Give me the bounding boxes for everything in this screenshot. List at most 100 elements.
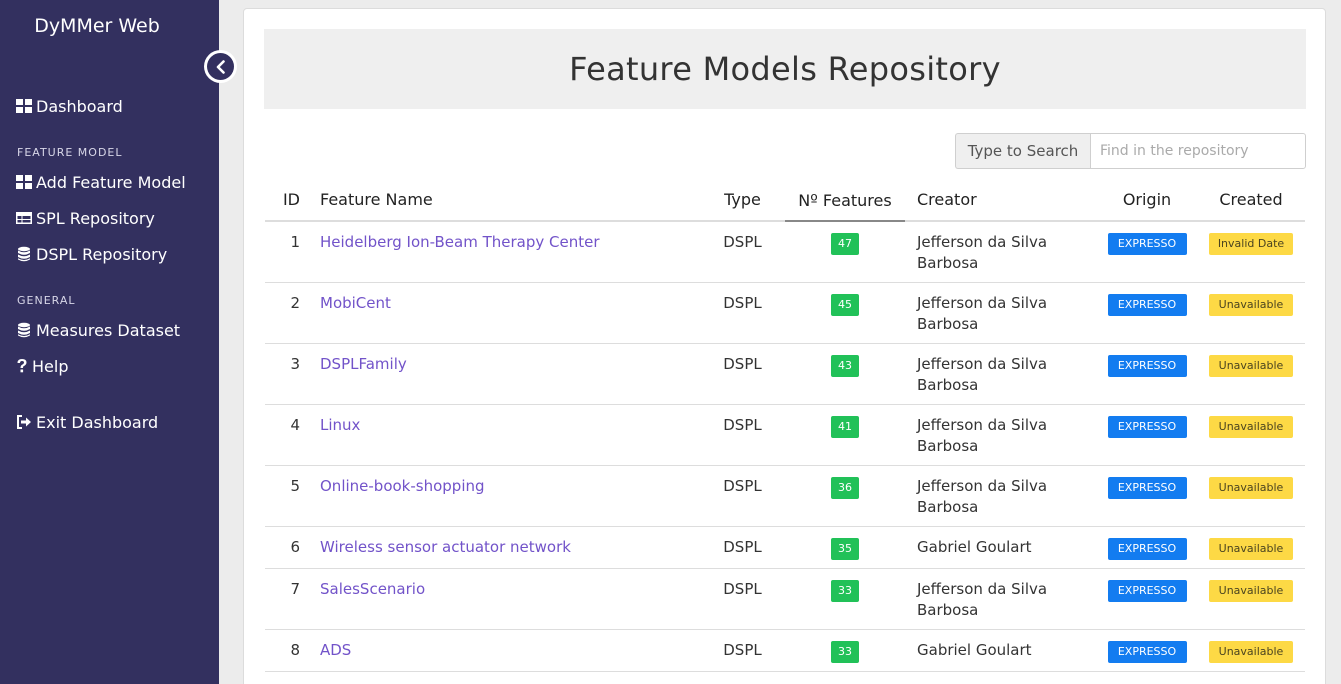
features-count-badge: 43 bbox=[831, 355, 859, 377]
sidebar-item-label: SPL Repository bbox=[36, 208, 155, 228]
table-row: 7 SalesScenario DSPL 33 Jefferson da Sil… bbox=[265, 568, 1305, 630]
table-row: 8 ADS DSPL 33 Gabriel Goulart EXPRESSO U… bbox=[265, 629, 1305, 672]
table-row: 4 Linux DSPL 41 Jefferson da Silva Barbo… bbox=[265, 404, 1305, 466]
sidebar: DyMMer Web Dashboard FEATURE MODEL Add F… bbox=[0, 0, 219, 684]
sidebar-item-add-feature-model[interactable]: Add Feature Model bbox=[16, 171, 186, 193]
table-row: 6 Wireless sensor actuator network DSPL … bbox=[265, 526, 1305, 569]
features-count-badge: 41 bbox=[831, 416, 859, 438]
sidebar-item-label: Add Feature Model bbox=[36, 172, 186, 192]
created-badge: Unavailable bbox=[1209, 294, 1293, 316]
features-count-badge: 36 bbox=[831, 477, 859, 499]
sidebar-item-label: Measures Dataset bbox=[36, 320, 181, 340]
column-header-num-features[interactable]: Nº Features bbox=[785, 179, 905, 222]
database-icon bbox=[16, 246, 32, 262]
row-creator: Jefferson da Silva Barbosa bbox=[905, 465, 1097, 527]
sidebar-item-label: DSPL Repository bbox=[36, 244, 168, 264]
column-header-created[interactable]: Created bbox=[1197, 179, 1305, 222]
sidebar-toggle-button[interactable] bbox=[204, 50, 237, 83]
grid-icon bbox=[16, 98, 32, 114]
table-icon bbox=[16, 210, 32, 226]
row-creator: Jefferson da Silva Barbosa bbox=[905, 221, 1097, 283]
created-badge: Unavailable bbox=[1209, 477, 1293, 499]
row-type: DSPL bbox=[700, 526, 785, 569]
row-id: 2 bbox=[265, 282, 310, 344]
row-id: 5 bbox=[265, 465, 310, 527]
page-header: Feature Models Repository bbox=[264, 29, 1306, 109]
row-id: 7 bbox=[265, 568, 310, 630]
origin-badge: EXPRESSO bbox=[1107, 538, 1187, 560]
feature-name-link[interactable]: Heidelberg Ion-Beam Therapy Center bbox=[320, 233, 600, 251]
section-heading-feature-model: FEATURE MODEL bbox=[17, 146, 123, 159]
question-icon bbox=[16, 358, 28, 374]
origin-badge: EXPRESSO bbox=[1107, 641, 1187, 663]
feature-name-link[interactable]: Online-book-shopping bbox=[320, 477, 485, 495]
row-id: 4 bbox=[265, 404, 310, 466]
column-header-id[interactable]: ID bbox=[265, 179, 310, 222]
sidebar-item-help[interactable]: Help bbox=[16, 355, 68, 377]
row-type: DSPL bbox=[700, 404, 785, 466]
feature-name-link[interactable]: Wireless sensor actuator network bbox=[320, 538, 571, 556]
table-row: 1 Heidelberg Ion-Beam Therapy Center DSP… bbox=[265, 221, 1305, 283]
features-count-badge: 33 bbox=[831, 580, 859, 602]
repository-table: ID Feature Name Type Nº Features Creator… bbox=[265, 179, 1305, 672]
origin-badge: EXPRESSO bbox=[1107, 355, 1187, 377]
column-header-name[interactable]: Feature Name bbox=[310, 179, 700, 222]
origin-badge: EXPRESSO bbox=[1107, 294, 1187, 316]
sign-out-icon bbox=[16, 414, 32, 430]
row-id: 1 bbox=[265, 221, 310, 283]
sidebar-item-dspl-repository[interactable]: DSPL Repository bbox=[16, 243, 167, 265]
sidebar-item-spl-repository[interactable]: SPL Repository bbox=[16, 207, 155, 229]
feature-name-link[interactable]: DSPLFamily bbox=[320, 355, 407, 373]
features-count-badge: 47 bbox=[831, 233, 859, 255]
sidebar-item-measures-dataset[interactable]: Measures Dataset bbox=[16, 319, 180, 341]
table-header-row: ID Feature Name Type Nº Features Creator… bbox=[265, 179, 1305, 222]
row-creator: Jefferson da Silva Barbosa bbox=[905, 404, 1097, 466]
features-count-badge: 33 bbox=[831, 641, 859, 663]
grid-icon bbox=[16, 174, 32, 190]
table-row: 2 MobiCent DSPL 45 Jefferson da Silva Ba… bbox=[265, 282, 1305, 344]
created-badge: Unavailable bbox=[1209, 416, 1293, 438]
row-type: DSPL bbox=[700, 221, 785, 283]
section-heading-general: GENERAL bbox=[17, 294, 76, 307]
sidebar-item-label: Dashboard bbox=[36, 96, 123, 116]
sidebar-item-label: Help bbox=[32, 356, 69, 376]
row-creator: Gabriel Goulart bbox=[905, 526, 1097, 569]
created-badge: Unavailable bbox=[1209, 538, 1293, 560]
row-type: DSPL bbox=[700, 629, 785, 672]
feature-name-link[interactable]: SalesScenario bbox=[320, 580, 425, 598]
row-type: DSPL bbox=[700, 568, 785, 630]
origin-badge: EXPRESSO bbox=[1107, 477, 1187, 499]
origin-badge: EXPRESSO bbox=[1107, 416, 1187, 438]
created-badge: Unavailable bbox=[1209, 355, 1293, 377]
search-label: Type to Search bbox=[955, 133, 1090, 169]
row-id: 6 bbox=[265, 526, 310, 569]
row-type: DSPL bbox=[700, 343, 785, 405]
database-icon bbox=[16, 322, 32, 338]
table-row: 3 DSPLFamily DSPL 43 Jefferson da Silva … bbox=[265, 343, 1305, 405]
page-title: Feature Models Repository bbox=[569, 50, 1001, 88]
row-type: DSPL bbox=[700, 465, 785, 527]
sidebar-item-dashboard[interactable]: Dashboard bbox=[16, 95, 123, 117]
search-group: Type to Search bbox=[955, 133, 1306, 169]
created-badge: Unavailable bbox=[1209, 641, 1293, 663]
main-card: Feature Models Repository Type to Search… bbox=[243, 8, 1326, 684]
column-header-origin[interactable]: Origin bbox=[1097, 179, 1197, 222]
brand-title[interactable]: DyMMer Web bbox=[0, 15, 194, 37]
feature-name-link[interactable]: MobiCent bbox=[320, 294, 391, 312]
chevron-left-icon bbox=[207, 53, 234, 80]
sidebar-item-label: Exit Dashboard bbox=[36, 412, 159, 432]
origin-badge: EXPRESSO bbox=[1107, 580, 1187, 602]
row-creator: Jefferson da Silva Barbosa bbox=[905, 282, 1097, 344]
row-type: DSPL bbox=[700, 282, 785, 344]
row-id: 3 bbox=[265, 343, 310, 405]
column-header-creator[interactable]: Creator bbox=[905, 179, 1097, 222]
row-id: 8 bbox=[265, 629, 310, 672]
search-input[interactable] bbox=[1090, 133, 1306, 169]
feature-name-link[interactable]: ADS bbox=[320, 641, 351, 659]
column-header-type[interactable]: Type bbox=[700, 179, 785, 222]
feature-name-link[interactable]: Linux bbox=[320, 416, 360, 434]
origin-badge: EXPRESSO bbox=[1107, 233, 1187, 255]
sidebar-item-exit-dashboard[interactable]: Exit Dashboard bbox=[16, 411, 158, 433]
features-count-badge: 35 bbox=[831, 538, 859, 560]
created-badge: Unavailable bbox=[1209, 580, 1293, 602]
